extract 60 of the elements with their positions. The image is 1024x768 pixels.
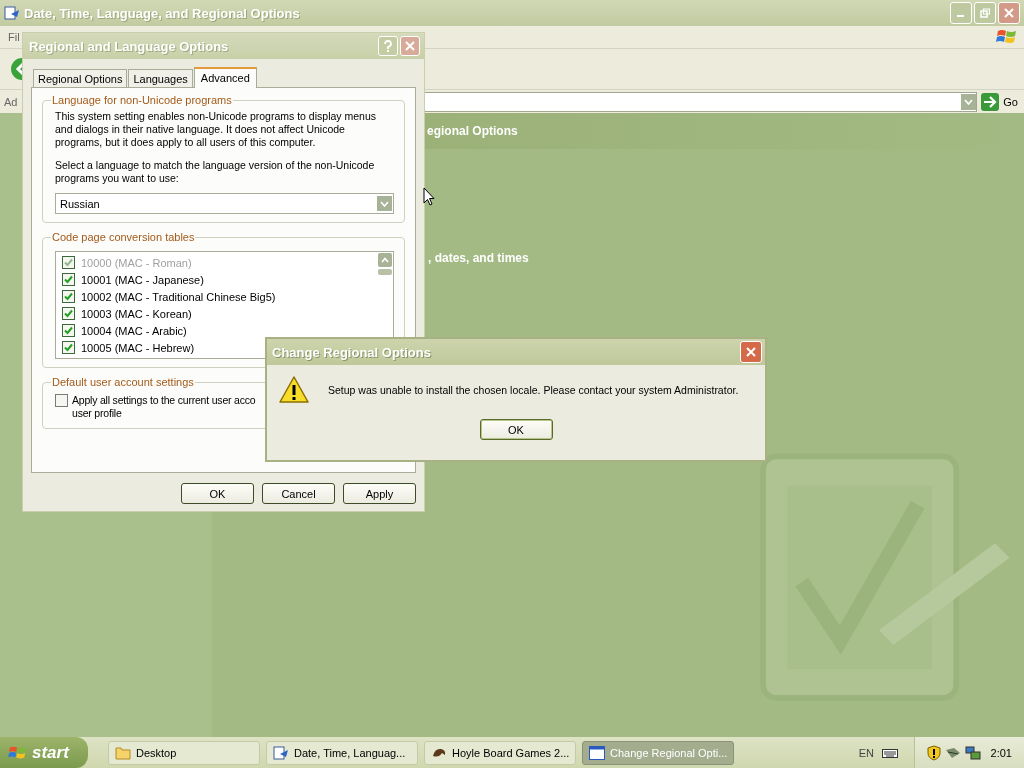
close-icon[interactable] [746,347,756,357]
close-button[interactable] [998,2,1020,24]
description-text: This system setting enables non-Unicode programs to display menus and dialogs in their native language. It does not affect Unicode programs, but it does apply to all users of this computer. [55,110,377,149]
dialog-button[interactable]: OK [181,483,254,504]
group-title: Default user account settings [51,376,195,388]
tab[interactable]: Languages [128,69,193,87]
close-icon[interactable] [1004,8,1014,18]
dialog-button[interactable]: Apply [343,483,416,504]
list-item-label[interactable]: 10005 (MAC - Hebrew) [81,341,195,354]
ok-button[interactable]: OK [479,419,553,440]
question-mark-icon[interactable] [383,40,393,52]
close-button[interactable] [400,36,420,56]
checkbox[interactable] [55,394,68,407]
restore-icon[interactable] [980,8,990,18]
checkbox-label[interactable]: Apply all settings to the current user acco [72,394,256,407]
folder-icon [115,745,131,760]
taskbar-button[interactable]: Date, Time, Languag... [266,740,418,765]
checkbox[interactable] [62,324,75,337]
scroll-up-icon[interactable] [381,257,389,263]
window-title: Date, Time, Language, and Regional Options [24,5,301,21]
shield-icon[interactable] [927,744,941,761]
restore-button[interactable] [974,2,996,24]
group-title: Code page conversion tables [51,231,196,243]
computers-icon[interactable] [965,744,981,761]
checkbox[interactable] [62,273,75,286]
keyboard-icon[interactable] [882,746,898,759]
group-title: Language for non-Unicode programs [51,94,233,106]
document-arrow-icon [273,744,289,761]
scrollbar[interactable] [377,252,393,275]
language-dropdown[interactable]: Russian [55,193,394,214]
close-icon[interactable] [405,41,415,51]
list-item-label[interactable]: 10002 (MAC - Traditional Chinese Big5) [81,290,276,303]
help-button[interactable] [378,36,398,56]
tab[interactable]: Advanced [193,67,257,88]
dialog-title: Change Regional Options [272,344,432,360]
taskbar-button[interactable]: Hoyle Board Games 2... [424,740,576,765]
prompt-text: Select a language to match the language version of the non-Unicode programs you want to use: [55,159,376,185]
list-item-label[interactable]: 10004 (MAC - Arabic) [81,324,187,337]
checkbox[interactable] [62,307,75,320]
close-button[interactable] [740,341,762,363]
mouse-pointer-icon [423,187,435,207]
warning-icon [278,375,310,405]
language-indicator[interactable]: EN [858,746,874,759]
taskbar-button[interactable]: Desktop [108,740,260,765]
list-item-label[interactable]: 10003 (MAC - Korean) [81,307,192,320]
control-panel-icon [4,5,20,21]
dialog-button[interactable]: Cancel [262,483,335,504]
minimize-button[interactable] [950,2,972,24]
message-text: Setup was unable to install the chosen locale. Please contact your system Administrator. [328,384,739,396]
checkbox[interactable] [62,341,75,354]
dialog-title: Regional and Language Options [29,38,230,54]
window-icon [589,745,605,760]
list-item-label[interactable]: 10001 (MAC - Japanese) [81,273,204,286]
clock: 2:01 [990,746,1012,759]
checkbox[interactable] [62,290,75,303]
go-button[interactable]: Go [981,92,1024,111]
checkbox-label[interactable]: user profile [72,407,256,420]
address-label: Ad [4,95,19,108]
tab[interactable]: Regional Options [33,69,128,87]
header-title: egional Options [427,124,518,138]
